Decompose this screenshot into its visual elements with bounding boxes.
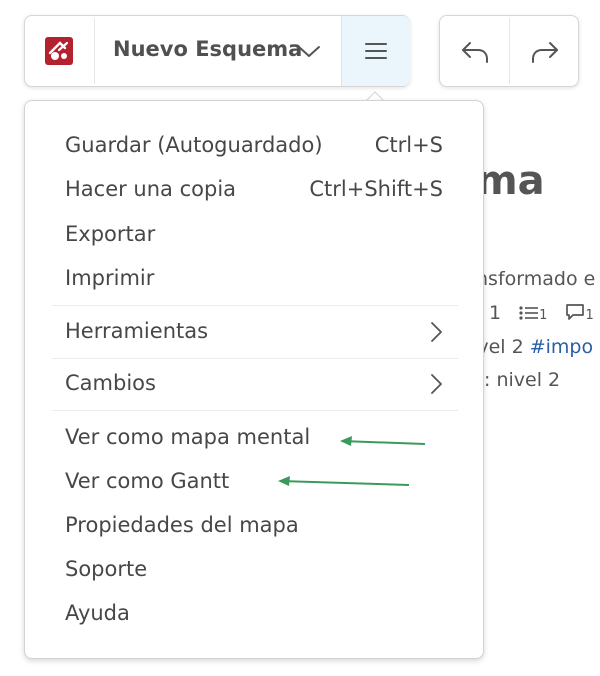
hashtag-link[interactable]: #impo [530,336,593,358]
list-count-badge: 1 [519,302,553,324]
hamburger-menu-button[interactable] [341,16,410,86]
main-toolbar: Nuevo Esquema [24,15,410,87]
main-menu-dropdown: Guardar (Autoguardado) Ctrl+S Hacer una … [24,100,484,659]
comment-count-badge: 1 [565,302,594,324]
history-toolbar [439,15,579,87]
app-logo-icon[interactable] [45,37,73,65]
list-icon [519,306,539,320]
menu-item-view-mind-map[interactable]: Ver como mapa mental [65,425,310,449]
document-title[interactable]: Nuevo Esquema [113,37,302,61]
toolbar-divider [94,18,95,84]
document-heading: ma [476,158,545,204]
undo-button[interactable] [440,16,509,86]
menu-shortcut-save: Ctrl+S [374,133,443,157]
undo-icon [462,42,488,63]
redo-icon [532,42,558,63]
menu-item-support[interactable]: Soporte [65,557,147,581]
document-text-line: : nivel 2 [484,369,561,391]
redo-button[interactable] [510,16,579,86]
menu-item-map-properties[interactable]: Propiedades del mapa [65,513,299,537]
menu-divider [52,410,458,411]
menu-item-print[interactable]: Imprimir [65,266,154,290]
menu-shortcut-make-copy: Ctrl+Shift+S [309,177,443,201]
document-node-line: el 1 1 1 [466,302,594,324]
document-text-line: nsformado e [476,268,596,290]
chevron-down-icon[interactable] [297,43,321,59]
comment-count: 1 [585,308,594,323]
menu-divider [52,305,458,306]
menu-item-make-copy[interactable]: Hacer una copia [65,177,236,201]
menu-item-view-gantt[interactable]: Ver como Gantt [65,469,229,493]
comment-icon [566,304,585,320]
menu-item-tools[interactable]: Herramientas [65,319,208,343]
chevron-right-icon [431,322,442,342]
menu-divider [52,358,458,359]
hamburger-menu-icon [365,43,387,59]
menu-item-help[interactable]: Ayuda [65,601,130,625]
menu-item-save[interactable]: Guardar (Autoguardado) [65,133,323,157]
chevron-right-icon [431,374,442,394]
menu-item-export[interactable]: Exportar [65,222,155,246]
list-count: 1 [539,308,548,323]
menu-item-changes[interactable]: Cambios [65,371,156,395]
